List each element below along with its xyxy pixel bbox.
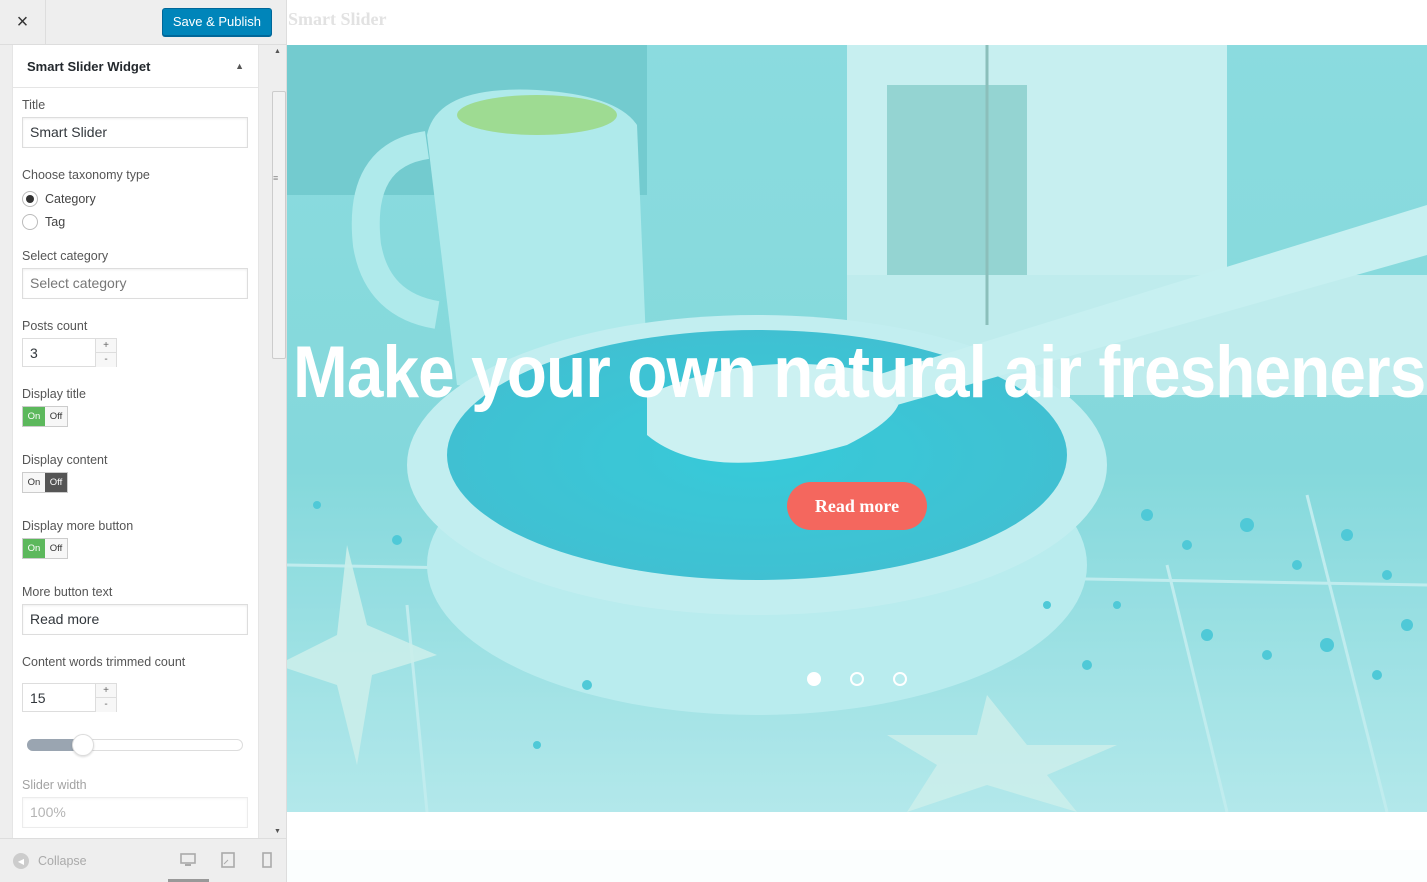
trimmed-count-label: Content words trimmed count [22, 655, 186, 669]
more-text-input[interactable]: Read more [22, 604, 248, 635]
radio-button[interactable] [22, 190, 38, 207]
close-icon[interactable]: × [0, 0, 46, 45]
title-input[interactable]: Smart Slider [22, 117, 248, 148]
display-content-toggle[interactable]: On Off [22, 472, 68, 493]
slide-heading: Make your own natural air fresheners [293, 332, 1426, 413]
slider-slide: Make your own natural air fresheners Rea… [287, 45, 1427, 812]
tablet-icon[interactable] [220, 852, 236, 873]
taxonomy-label: Choose taxonomy type [22, 168, 150, 182]
scrollbar-thumb[interactable] [272, 91, 286, 359]
toggle-on[interactable]: On [23, 407, 45, 426]
customizer-header: × Save & Publish [0, 0, 286, 45]
posts-count-stepper[interactable]: 3 + - [22, 338, 117, 367]
slider-dot[interactable] [893, 672, 907, 686]
customizer-footer: ◀ Collapse [0, 838, 286, 882]
display-more-label: Display more button [22, 519, 134, 533]
display-title-toggle[interactable]: On Off [22, 406, 68, 427]
radio-tag[interactable]: Tag [22, 210, 248, 233]
slider-width-input[interactable]: 100% [22, 797, 248, 828]
widget-title: Smart Slider Widget [27, 58, 151, 74]
slider-handle[interactable] [72, 734, 95, 756]
customizer-sidebar: × Save & Publish Smart Slider Widget ▲ T… [0, 0, 287, 882]
collapse-button[interactable]: ◀ Collapse [13, 853, 87, 869]
slide-background-image [287, 45, 1427, 812]
increment-button[interactable]: + [95, 684, 116, 698]
widget-form: Title Smart Slider Choose taxonomy type … [13, 88, 258, 828]
display-content-label: Display content [22, 453, 108, 467]
site-preview: Smart Slider Make your own natural air f… [287, 0, 1427, 882]
more-text-label: More button text [22, 585, 113, 599]
category-label: Select category [22, 249, 109, 263]
posts-count-label: Posts count [22, 319, 88, 333]
widget-header[interactable]: Smart Slider Widget ▲ [13, 45, 258, 88]
caret-up-icon[interactable]: ▲ [235, 61, 244, 71]
widget-panel: Smart Slider Widget ▲ Title Smart Slider… [12, 45, 259, 838]
below-slider-area [287, 850, 1427, 882]
grip-icon: ≡ [273, 173, 279, 183]
radio-selected-dot [26, 194, 34, 203]
toggle-off[interactable]: Off [45, 407, 67, 426]
toggle-off[interactable]: Off [45, 539, 67, 558]
trimmed-count-value: 15 [30, 690, 46, 706]
trimmed-count-slider[interactable] [27, 734, 243, 756]
collapse-label: Collapse [38, 854, 87, 868]
radio-button[interactable] [22, 213, 38, 230]
decrement-button[interactable]: - [95, 698, 116, 712]
toggle-off[interactable]: Off [45, 473, 67, 492]
slider-pagination [807, 672, 907, 686]
scroll-up-icon[interactable]: ▲ [274, 48, 281, 55]
title-label: Title [22, 98, 46, 112]
decrement-button[interactable]: - [95, 353, 116, 367]
read-more-button[interactable]: Read more [787, 482, 927, 530]
collapse-icon: ◀ [13, 853, 29, 869]
trimmed-count-stepper[interactable]: 15 + - [22, 683, 117, 712]
slider-dot[interactable] [850, 672, 864, 686]
slider-width-label: Slider width [22, 778, 87, 792]
desktop-icon[interactable] [180, 852, 196, 873]
increment-button[interactable]: + [95, 339, 116, 353]
slider-dot[interactable] [807, 672, 821, 686]
category-select[interactable]: Select category [22, 268, 248, 299]
radio-label: Tag [45, 214, 66, 229]
scroll-down-icon[interactable]: ▼ [274, 828, 281, 835]
sidebar-scrollbar[interactable]: ▲ ≡ ▼ [270, 45, 286, 838]
radio-label: Category [45, 191, 96, 206]
toggle-on[interactable]: On [23, 473, 45, 492]
site-title[interactable]: Smart Slider [288, 9, 387, 30]
radio-category[interactable]: Category [22, 187, 248, 210]
save-publish-button[interactable]: Save & Publish [161, 8, 272, 36]
display-title-label: Display title [22, 387, 86, 401]
display-more-toggle[interactable]: On Off [22, 538, 68, 559]
mobile-icon[interactable] [261, 852, 273, 873]
toggle-on[interactable]: On [23, 539, 45, 558]
posts-count-value: 3 [30, 345, 38, 361]
